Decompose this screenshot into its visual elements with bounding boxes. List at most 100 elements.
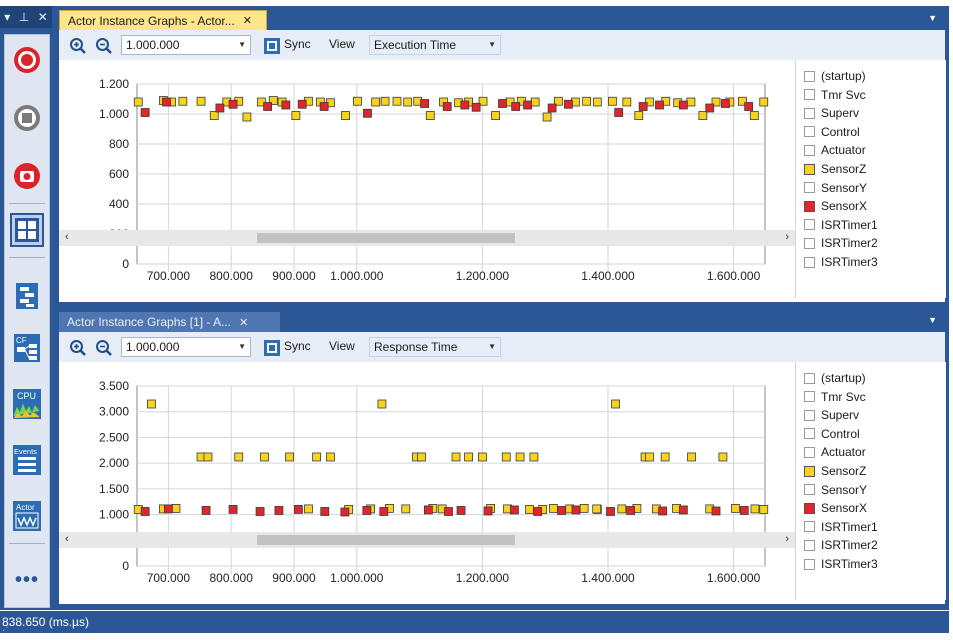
legend-swatch[interactable]	[804, 200, 815, 212]
legend-item[interactable]: Control	[804, 426, 860, 442]
legend-item[interactable]: Actuator	[804, 142, 866, 158]
legend-item[interactable]: (startup)	[804, 370, 866, 386]
pin-icon[interactable]: ⊥	[19, 10, 29, 24]
legend-swatch[interactable]	[804, 126, 815, 138]
legend-item[interactable]: (startup)	[804, 68, 866, 84]
legend-swatch[interactable]	[804, 219, 815, 231]
legend-swatch[interactable]	[804, 70, 815, 82]
tab-close-icon[interactable]: ✕	[243, 14, 252, 27]
view-mode-select[interactable]: Execution Time ▼	[369, 35, 501, 55]
legend-swatch[interactable]	[804, 465, 815, 477]
legend-swatch[interactable]	[804, 409, 815, 421]
legend-item[interactable]: SensorZ	[804, 161, 866, 177]
legend-swatch[interactable]	[804, 446, 815, 458]
sync-button[interactable]: Sync	[284, 339, 311, 353]
more-button[interactable]: •••	[10, 563, 44, 597]
view-mode-select[interactable]: Response Time ▼	[369, 337, 501, 357]
data-point-sensorz	[425, 111, 435, 120]
scroll-right-icon[interactable]: ›	[785, 533, 789, 545]
events-button[interactable]: Events	[10, 443, 44, 477]
legend-item[interactable]: Tmr Svc	[804, 87, 866, 103]
legend-item[interactable]: ISRTimer1	[804, 217, 878, 233]
data-point-sensorx	[442, 102, 452, 111]
sync-button[interactable]: Sync	[284, 37, 311, 51]
legend-swatch[interactable]	[804, 256, 815, 268]
legend-swatch[interactable]	[804, 502, 815, 514]
legend-item[interactable]: ISRTimer3	[804, 254, 878, 270]
legend-item[interactable]: Control	[804, 124, 860, 140]
actor-instance-graphs-button[interactable]	[10, 213, 44, 247]
tab-close-icon[interactable]: ✕	[239, 316, 248, 329]
legend-swatch[interactable]	[804, 89, 815, 101]
actor-button[interactable]: Actor	[10, 499, 44, 533]
sync-icon[interactable]	[263, 339, 281, 357]
legend-swatch[interactable]	[804, 428, 815, 440]
call-flow-button[interactable]: CF	[10, 331, 44, 365]
legend-item[interactable]: SensorX	[804, 500, 867, 516]
legend-swatch[interactable]	[804, 391, 815, 403]
cpu-load-button[interactable]: CPU	[10, 387, 44, 421]
legend-item[interactable]: SensorY	[804, 180, 867, 196]
legend-item[interactable]: ISRTimer2	[804, 235, 878, 251]
scrollbar-thumb[interactable]	[257, 535, 515, 545]
legend-swatch[interactable]	[804, 539, 815, 551]
legend-item[interactable]: Superv	[804, 407, 859, 423]
dock-menu-icon[interactable]: ▾	[4, 10, 10, 24]
tab-actor-instance-graphs-1[interactable]: Actor Instance Graphs [1] - A... ✕	[59, 312, 280, 332]
zoom-level-select[interactable]: 1.000.000 ▼	[121, 337, 251, 357]
legend-swatch[interactable]	[804, 521, 815, 533]
data-point-sensorz	[371, 97, 381, 107]
tab-menu-icon[interactable]: ▼	[928, 315, 937, 325]
legend-item[interactable]: ISRTimer3	[804, 556, 878, 572]
horizontal-scrollbar[interactable]: ‹ ›	[59, 230, 795, 246]
legend-item[interactable]: Actuator	[804, 444, 866, 460]
zoom-out-icon[interactable]	[95, 339, 113, 357]
data-point-sensorx	[739, 506, 749, 515]
data-point-sensorx	[201, 506, 211, 515]
data-point-sensorz	[530, 97, 540, 107]
legend-swatch[interactable]	[804, 144, 815, 156]
record-button[interactable]	[10, 43, 44, 77]
legend-item[interactable]: Superv	[804, 105, 859, 121]
legend-swatch[interactable]	[804, 163, 815, 175]
resize-grip-icon[interactable]: ⋰	[2, 617, 945, 639]
zoom-out-icon[interactable]	[95, 37, 113, 55]
x-tick-label: 900.000	[272, 269, 316, 282]
legend-swatch[interactable]	[804, 372, 815, 384]
zoom-in-icon[interactable]	[69, 37, 87, 55]
data-point-sensorx	[228, 99, 238, 109]
legend-item[interactable]: Tmr Svc	[804, 389, 866, 405]
zoom-in-icon[interactable]	[69, 339, 87, 357]
legend-item[interactable]: ISRTimer1	[804, 519, 878, 535]
scrollbar-thumb[interactable]	[257, 233, 515, 243]
stop-button[interactable]	[10, 101, 44, 135]
view-mode-value: Response Time	[374, 340, 458, 354]
legend-item[interactable]: SensorX	[804, 198, 867, 214]
scroll-left-icon[interactable]: ‹	[65, 231, 69, 243]
data-point-sensorx	[379, 507, 389, 516]
scroll-right-icon[interactable]: ›	[785, 231, 789, 243]
legend-swatch[interactable]	[804, 237, 815, 249]
sync-icon[interactable]	[263, 37, 281, 55]
legend-swatch[interactable]	[804, 558, 815, 570]
legend-item[interactable]: ISRTimer2	[804, 537, 878, 553]
tab-actor-instance-graphs[interactable]: Actor Instance Graphs - Actor... ✕	[59, 10, 267, 30]
close-icon[interactable]: ✕	[38, 10, 48, 24]
legend-swatch[interactable]	[804, 107, 815, 119]
horizontal-scrollbar[interactable]: ‹ ›	[59, 532, 795, 548]
legend-swatch[interactable]	[804, 484, 815, 496]
legend-swatch[interactable]	[804, 182, 815, 194]
snapshot-button[interactable]	[10, 159, 44, 193]
data-point-sensorx	[571, 505, 581, 515]
data-point-sensorz	[592, 504, 602, 514]
sequence-view-button[interactable]	[10, 279, 44, 313]
legend-item[interactable]: SensorY	[804, 482, 867, 498]
zoom-level-select[interactable]: 1.000.000 ▼	[121, 35, 251, 55]
y-tick-label: 800	[109, 137, 129, 151]
legend-item[interactable]: SensorZ	[804, 463, 866, 479]
tab-menu-icon[interactable]: ▼	[928, 13, 937, 23]
data-point-sensorx	[564, 99, 573, 109]
data-point-sensorx	[340, 507, 350, 517]
scroll-left-icon[interactable]: ‹	[65, 533, 69, 545]
workspace: Actor Instance Graphs - Actor... ✕ ▼ 1.0…	[52, 6, 949, 610]
